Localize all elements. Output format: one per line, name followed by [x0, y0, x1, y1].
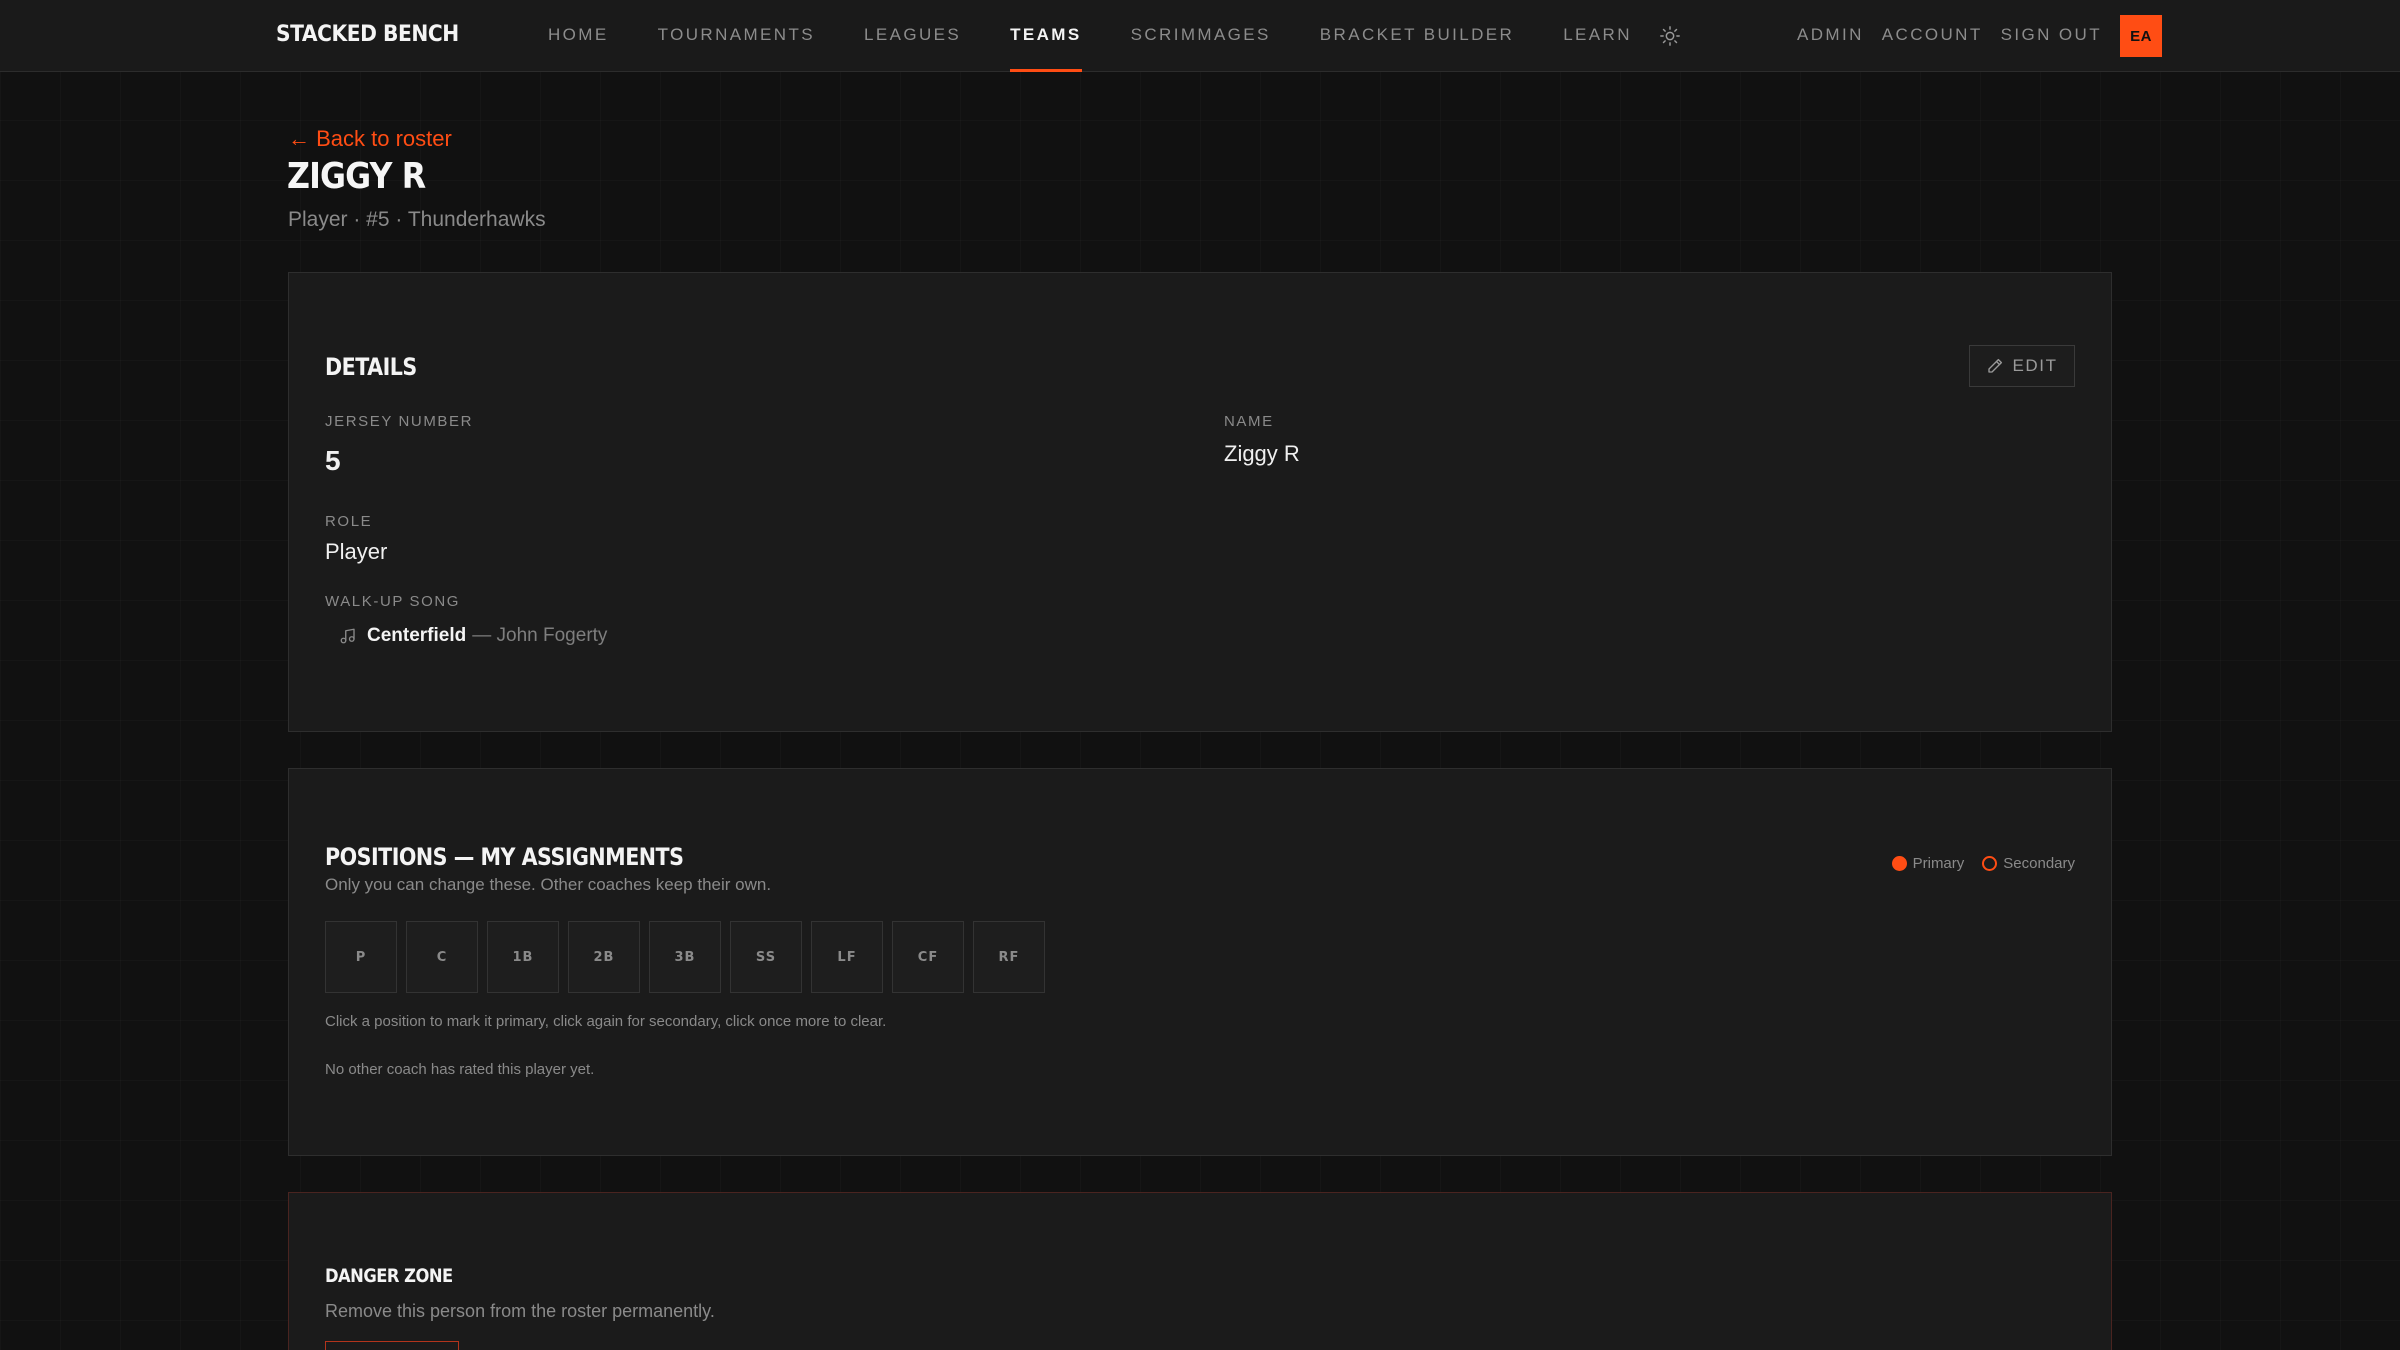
- positions-subtitle: Only you can change these. Other coaches…: [325, 875, 772, 894]
- top-nav: STACKED BENCH HOME TOURNAMENTS LEAGUES T…: [0, 0, 2400, 72]
- details-title: DETAILS: [325, 353, 417, 381]
- secondary-dot-icon: [1982, 856, 1998, 871]
- primary-dot-icon: [1891, 856, 1907, 871]
- nav-sign-out[interactable]: SIGN OUT: [2001, 0, 2102, 72]
- other-coach-note: No other coach has rated this player yet…: [325, 1061, 595, 1078]
- position-ss-button[interactable]: SS: [730, 921, 802, 993]
- position-c-button[interactable]: C: [406, 921, 478, 993]
- song-title: Centerfield: [367, 625, 467, 646]
- remove-from-roster-button[interactable]: [325, 1341, 459, 1350]
- nav-admin[interactable]: ADMIN: [1797, 0, 1864, 72]
- position-cf-button[interactable]: CF: [892, 921, 964, 993]
- position-buttons: P C 1B 2B 3B SS LF CF RF: [325, 921, 1054, 993]
- nav-tournaments[interactable]: TOURNAMENTS: [658, 0, 815, 72]
- nav-home[interactable]: HOME: [548, 0, 609, 72]
- position-2b-button[interactable]: 2B: [568, 921, 640, 993]
- position-3b-button[interactable]: 3B: [649, 921, 721, 993]
- jersey-number-value: 5: [325, 445, 341, 476]
- page-title: ZIGGY R: [287, 156, 426, 197]
- nav-account[interactable]: ACCOUNT: [1882, 0, 1983, 72]
- positions-card: POSITIONS — MY ASSIGNMENTS Only you can …: [288, 768, 2112, 1156]
- song-artist: — John Fogerty: [472, 625, 608, 646]
- edit-label: EDIT: [2012, 356, 2058, 375]
- nav-scrimmages[interactable]: SCRIMMAGES: [1131, 0, 1271, 72]
- position-legend: Primary Secondary: [1891, 855, 2075, 872]
- name-label: NAME: [1224, 413, 1274, 430]
- walk-up-song-label: WALK-UP SONG: [325, 593, 461, 610]
- role-value: Player: [325, 539, 388, 564]
- edit-button[interactable]: EDIT: [1969, 345, 2075, 387]
- position-lf-button[interactable]: LF: [811, 921, 883, 993]
- danger-zone-title: DANGER ZONE: [325, 1265, 453, 1287]
- position-1b-button[interactable]: 1B: [487, 921, 559, 993]
- nav-leagues[interactable]: LEAGUES: [864, 0, 961, 72]
- nav-right: ADMIN ACCOUNT SIGN OUT EA: [1797, 0, 2163, 72]
- name-value: Ziggy R: [1224, 441, 1300, 466]
- legend-primary-label: Primary: [1912, 855, 1965, 872]
- position-p-button[interactable]: P: [325, 921, 397, 993]
- jersey-number-label: JERSEY NUMBER: [325, 413, 474, 430]
- music-note-icon: [340, 628, 355, 644]
- position-rf-button[interactable]: RF: [973, 921, 1045, 993]
- danger-zone-card: DANGER ZONE Remove this person from the …: [288, 1192, 2112, 1350]
- avatar[interactable]: EA: [2120, 15, 2163, 57]
- danger-zone-description: Remove this person from the roster perma…: [325, 1301, 715, 1321]
- back-to-roster-link[interactable]: ← Back to roster: [288, 126, 452, 152]
- page-subtitle: Player · #5 · Thunderhawks: [288, 208, 546, 231]
- positions-title: POSITIONS — MY ASSIGNMENTS: [325, 843, 684, 871]
- positions-hint: Click a position to mark it primary, cli…: [325, 1013, 887, 1030]
- walk-up-song: Centerfield — John Fogerty: [339, 625, 607, 647]
- details-card: DETAILS EDIT JERSEY NUMBER 5 NAME Ziggy …: [288, 272, 2112, 732]
- nav-teams[interactable]: TEAMS: [1010, 0, 1082, 72]
- theme-toggle-button[interactable]: [1658, 24, 1682, 48]
- brand-logo[interactable]: STACKED BENCH: [276, 22, 459, 47]
- pencil-icon: [1988, 358, 2003, 373]
- legend-secondary-label: Secondary: [2003, 855, 2075, 872]
- nav-bracket-builder[interactable]: BRACKET BUILDER: [1320, 0, 1514, 72]
- nav-links: HOME TOURNAMENTS LEAGUES TEAMS SCRIMMAGE…: [548, 0, 1681, 72]
- role-label: ROLE: [325, 513, 373, 530]
- sun-icon: [1660, 26, 1680, 46]
- nav-learn[interactable]: LEARN: [1563, 0, 1632, 72]
